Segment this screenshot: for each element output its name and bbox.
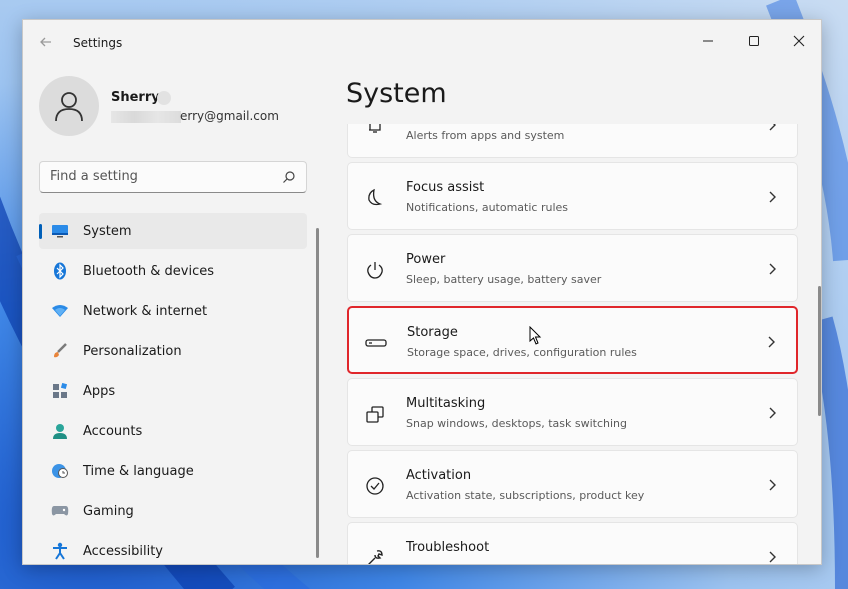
card-troubleshoot[interactable]: Troubleshoot [347, 522, 798, 564]
chevron-right-icon [769, 479, 776, 491]
settings-window: Settings Sherry erry@gmail.com Find a se… [22, 19, 822, 565]
arrow-left-icon [40, 37, 51, 47]
app-title: Settings [73, 36, 123, 50]
bell-icon [364, 124, 386, 137]
title-bar: Settings [23, 20, 821, 68]
search-input[interactable] [50, 169, 270, 184]
maximize-icon [749, 36, 759, 46]
chevron-right-icon [769, 407, 776, 419]
card-subtitle: Snap windows, desktops, task switching [406, 417, 628, 430]
content-scrollbar[interactable] [818, 286, 821, 416]
user-profile[interactable]: Sherry erry@gmail.com [39, 76, 329, 136]
card-title: Storage [407, 325, 458, 340]
mouse-cursor-icon [529, 326, 542, 345]
page-title: System [346, 78, 447, 109]
minimize-button[interactable] [685, 26, 731, 56]
card-multitasking[interactable]: Multitasking Snap windows, desktops, tas… [347, 378, 798, 446]
minimize-icon [703, 40, 713, 42]
sidebar-item-label: Personalization [83, 343, 182, 359]
apps-icon [51, 382, 69, 400]
bluetooth-icon [51, 262, 69, 280]
sidebar-item-bluetooth[interactable]: Bluetooth & devices [39, 253, 307, 289]
back-button[interactable] [36, 32, 56, 52]
sidebar-item-label: Bluetooth & devices [83, 263, 214, 279]
chevron-right-icon [768, 336, 775, 348]
card-notifications[interactable]: Alerts from apps and system [347, 124, 798, 158]
power-icon [364, 259, 386, 281]
card-title: Focus assist [406, 180, 485, 195]
card-subtitle: Sleep, battery usage, battery saver [406, 273, 602, 286]
sidebar-item-label: Gaming [83, 503, 134, 519]
wrench-icon [364, 547, 386, 564]
user-email: erry@gmail.com [180, 109, 279, 123]
card-subtitle: Alerts from apps and system [406, 129, 565, 142]
accessibility-icon [51, 542, 69, 560]
multitasking-icon [364, 403, 386, 425]
sidebar-item-personalization[interactable]: Personalization [39, 333, 307, 369]
wifi-icon [51, 302, 69, 320]
maximize-button[interactable] [731, 26, 777, 56]
sidebar-scrollbar[interactable] [316, 228, 319, 558]
brush-icon [51, 342, 69, 360]
globe-clock-icon [51, 462, 69, 480]
card-title: Power [406, 252, 446, 267]
card-subtitle: Activation state, subscriptions, product… [406, 489, 645, 502]
sidebar-item-time-language[interactable]: Time & language [39, 453, 307, 489]
close-icon [793, 35, 805, 47]
redacted-name [157, 91, 171, 105]
card-title: Troubleshoot [406, 540, 490, 555]
person-icon [55, 92, 83, 122]
sidebar-item-apps[interactable]: Apps [39, 373, 307, 409]
card-title: Activation [406, 468, 472, 483]
card-storage[interactable]: Storage Storage space, drives, configura… [347, 306, 798, 374]
settings-list: Alerts from apps and system Focus assist… [346, 124, 800, 564]
user-name: Sherry [111, 90, 160, 105]
card-subtitle: Storage space, drives, configuration rul… [407, 346, 637, 359]
sidebar-item-label: Time & language [83, 463, 194, 479]
sidebar-item-accessibility[interactable]: Accessibility [39, 533, 307, 564]
chevron-right-icon [769, 191, 776, 203]
sidebar-nav: System Bluetooth & devices Network & int… [39, 213, 307, 564]
sidebar-item-label: Apps [83, 383, 116, 399]
sidebar-item-accounts[interactable]: Accounts [39, 413, 307, 449]
card-title: Multitasking [406, 396, 486, 411]
card-subtitle: Notifications, automatic rules [406, 201, 569, 214]
sidebar-item-label: Accounts [83, 423, 143, 439]
card-power[interactable]: Power Sleep, battery usage, battery save… [347, 234, 798, 302]
sidebar-item-label: Network & internet [83, 303, 208, 319]
chevron-right-icon [769, 263, 776, 275]
redacted-email [111, 111, 181, 123]
chevron-right-icon [769, 124, 776, 131]
sidebar-item-label: Accessibility [83, 543, 163, 559]
search-box[interactable] [39, 161, 307, 193]
avatar [39, 76, 99, 136]
storage-drive-icon [365, 332, 387, 354]
gamepad-icon [51, 502, 69, 520]
sidebar-item-gaming[interactable]: Gaming [39, 493, 307, 529]
close-button[interactable] [776, 26, 821, 56]
search-icon[interactable] [282, 170, 296, 184]
moon-icon [364, 187, 386, 209]
card-activation[interactable]: Activation Activation state, subscriptio… [347, 450, 798, 518]
check-circle-icon [364, 475, 386, 497]
accounts-icon [51, 422, 69, 440]
system-display-icon [51, 222, 69, 240]
chevron-right-icon [769, 551, 776, 563]
card-focus-assist[interactable]: Focus assist Notifications, automatic ru… [347, 162, 798, 230]
sidebar-item-label: System [83, 223, 132, 239]
sidebar-item-system[interactable]: System [39, 213, 307, 249]
sidebar-item-network[interactable]: Network & internet [39, 293, 307, 329]
